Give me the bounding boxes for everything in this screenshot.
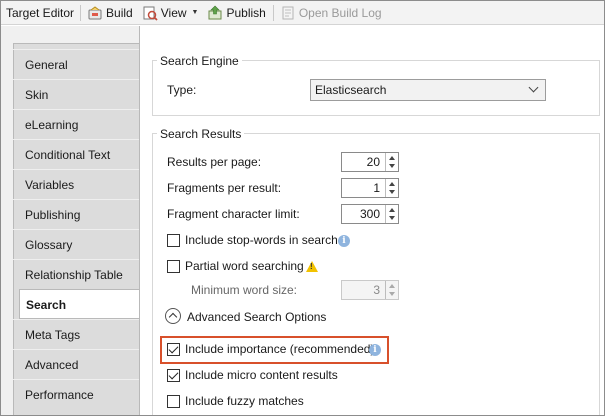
build-button[interactable]: Build <box>84 3 136 23</box>
include-importance-checkbox[interactable] <box>167 343 180 356</box>
toolbar-separator <box>272 4 274 21</box>
type-label: Type: <box>167 83 197 97</box>
tab-elearning[interactable]: eLearning <box>13 109 140 139</box>
partial-word-searching-label: Partial word searching <box>185 259 304 273</box>
spin-up-icon[interactable] <box>389 208 395 212</box>
include-stop-words-label: Include stop-words in search <box>185 233 338 247</box>
tab-meta-tags[interactable]: Meta Tags <box>13 319 140 349</box>
spin-up-icon[interactable] <box>389 156 395 160</box>
build-icon <box>87 5 103 21</box>
tab-skin[interactable]: Skin <box>13 79 140 109</box>
results-per-page-stepper[interactable]: 20 <box>341 152 399 172</box>
spin-up-icon[interactable] <box>389 284 395 288</box>
publish-button[interactable]: Publish <box>204 3 268 23</box>
fragment-character-limit-label: Fragment character limit: <box>167 207 300 221</box>
open-build-log-button[interactable]: Open Build Log <box>277 3 385 23</box>
chevron-down-icon <box>528 82 539 93</box>
fragment-character-limit-stepper[interactable]: 300 <box>341 204 399 224</box>
spin-up-icon[interactable] <box>389 182 395 186</box>
tab-general[interactable]: General <box>13 49 140 79</box>
tab-advanced[interactable]: Advanced <box>13 349 140 379</box>
results-per-page-label: Results per page: <box>167 155 262 169</box>
view-icon <box>142 5 158 21</box>
spin-down-icon[interactable] <box>389 190 395 194</box>
info-icon[interactable]: i <box>369 344 381 356</box>
toolbar: Target Editor Build View ▼ Publish Open … <box>1 1 604 25</box>
include-fuzzy-matches-checkbox[interactable] <box>167 395 180 408</box>
editor-title: Target Editor <box>1 4 82 21</box>
warning-icon <box>306 261 318 272</box>
include-micro-content-label: Include micro content results <box>185 368 338 382</box>
minimum-word-size-stepper[interactable]: 3 <box>341 280 399 300</box>
tab-search[interactable]: Search <box>19 289 140 319</box>
tab-performance[interactable]: Performance <box>13 379 140 409</box>
include-importance-label: Include importance (recommended) <box>185 342 375 356</box>
spin-down-icon[interactable] <box>389 164 395 168</box>
collapse-advanced-options-icon[interactable] <box>165 308 181 324</box>
tab-relationship-table[interactable]: Relationship Table <box>13 259 140 289</box>
minimum-word-size-label: Minimum word size: <box>191 283 298 297</box>
tab-publishing[interactable]: Publishing <box>13 199 140 229</box>
advanced-search-options-label[interactable]: Advanced Search Options <box>187 310 326 324</box>
target-editor-window: Target Editor Build View ▼ Publish Open … <box>0 0 605 416</box>
build-log-icon <box>280 5 296 21</box>
include-micro-content-checkbox[interactable] <box>167 369 180 382</box>
publish-icon <box>207 5 223 21</box>
include-stop-words-checkbox[interactable] <box>167 234 180 247</box>
search-engine-title: Search Engine <box>157 54 242 68</box>
search-settings-panel: Search Engine Type: Elasticsearch Search… <box>139 26 604 415</box>
include-fuzzy-matches-label: Include fuzzy matches <box>185 394 304 408</box>
tab-variables[interactable]: Variables <box>13 169 140 199</box>
tab-glossary[interactable]: Glossary <box>13 229 140 259</box>
partial-word-searching-checkbox[interactable] <box>167 260 180 273</box>
search-results-title: Search Results <box>157 127 245 141</box>
tab-conditional-text[interactable]: Conditional Text <box>13 139 140 169</box>
spin-down-icon[interactable] <box>389 292 395 296</box>
fragments-per-result-stepper[interactable]: 1 <box>341 178 399 198</box>
spin-down-icon[interactable] <box>389 216 395 220</box>
view-button[interactable]: View ▼ <box>139 3 202 23</box>
fragments-per-result-label: Fragments per result: <box>167 181 282 195</box>
info-icon[interactable]: i <box>338 235 350 247</box>
search-engine-type-select[interactable]: Elasticsearch <box>310 79 546 101</box>
chevron-down-icon[interactable]: ▼ <box>192 9 199 16</box>
